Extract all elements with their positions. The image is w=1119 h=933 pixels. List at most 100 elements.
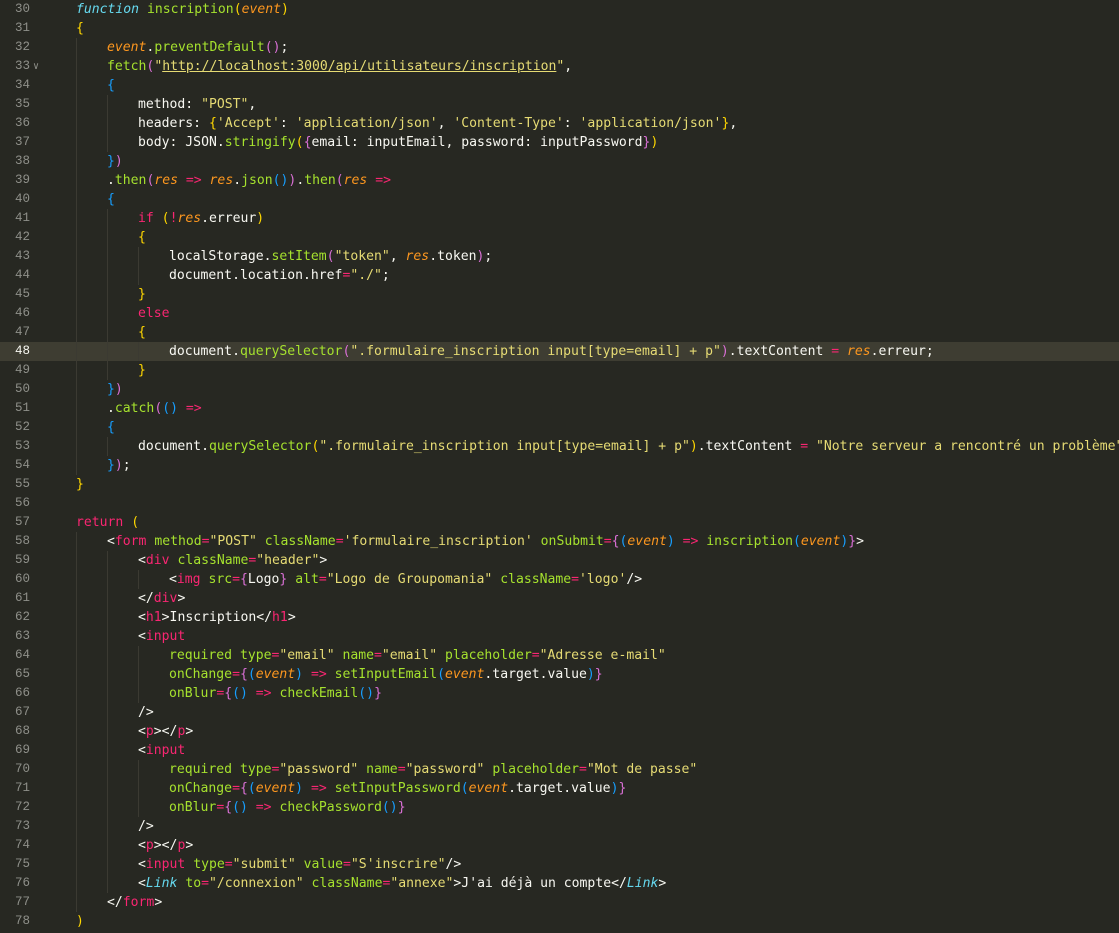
code-line[interactable]: 44 document.location.href="./"; [0, 266, 1119, 285]
code-text: /> [138, 703, 154, 722]
code-token: = [579, 762, 587, 777]
line-number: 66 [14, 686, 30, 700]
code-line[interactable]: 65 onChange={(event) => setInputEmail(eve… [0, 665, 1119, 684]
indent-guide [76, 665, 77, 684]
code-line[interactable]: 61 </div> [0, 589, 1119, 608]
indent-guide [138, 247, 139, 266]
code-line[interactable]: 37 body: JSON.stringify({email: inputEmai… [0, 133, 1119, 152]
code-token: { [107, 192, 115, 207]
code-line[interactable]: 57 return ( [0, 513, 1119, 532]
code-line[interactable]: 55} [0, 475, 1119, 494]
code-line[interactable]: 48 document.querySelector(".formulaire_in… [0, 342, 1119, 361]
code-token: } [107, 382, 115, 397]
code-token: >Inscription</ [161, 610, 273, 625]
code-line[interactable]: 45} [0, 285, 1119, 304]
code-token: > [185, 838, 194, 853]
code-line[interactable]: 41 if (!res.erreur) [0, 209, 1119, 228]
indent-guide [138, 760, 139, 779]
code-line[interactable]: 42 { [0, 228, 1119, 247]
indent-guide [107, 304, 108, 323]
code-line[interactable]: 59 <div className="header"> [0, 551, 1119, 570]
code-line[interactable]: 54}); [0, 456, 1119, 475]
code-token: event [627, 534, 667, 549]
code-line[interactable]: 32 event.preventDefault(); [0, 38, 1119, 57]
code-line[interactable]: 70 required type="password" name="passwor… [0, 760, 1119, 779]
code-line[interactable]: 63 <input [0, 627, 1119, 646]
code-line[interactable]: 78) [0, 912, 1119, 931]
code-token: </ [107, 895, 123, 910]
code-line[interactable]: 35 method: "POST", [0, 95, 1119, 114]
code-editor[interactable]: 30 function inscription(event) 31{32 event.… [0, 0, 1119, 933]
code-line[interactable]: 30 function inscription(event) [0, 0, 1119, 19]
code-token: () [358, 686, 375, 701]
code-token: http://localhost:3000/api/utilisateurs/i… [162, 59, 557, 74]
code-line[interactable]: 67 /> [0, 703, 1119, 722]
code-line[interactable]: 66 onBlur={() => checkEmail()} [0, 684, 1119, 703]
code-line[interactable]: 60 <img src={Logo} alt="Logo de Groupoman… [0, 570, 1119, 589]
line-number: 37 [14, 135, 30, 149]
code-token: className [311, 876, 383, 891]
code-line[interactable]: 36 headers: {'Accept': 'application/json'… [0, 114, 1119, 133]
code-token: .target.value [484, 667, 587, 682]
code-line[interactable]: 71 onChange={(event) => setInputPassword(… [0, 779, 1119, 798]
code-line[interactable]: 64 required type="email" name="email" pla… [0, 646, 1119, 665]
indent-guide [107, 836, 108, 855]
code-line[interactable]: 74 <p></p> [0, 836, 1119, 855]
line-number: 50 [14, 382, 30, 396]
code-line[interactable]: 77 </form> [0, 893, 1119, 912]
code-line[interactable]: 47 { [0, 323, 1119, 342]
code-line[interactable]: 53 document.querySelector(".formulaire_in… [0, 437, 1119, 456]
code-line[interactable]: 43 localStorage.setItem("token", res.toke… [0, 247, 1119, 266]
code-line[interactable]: 49} [0, 361, 1119, 380]
code-line[interactable]: 34 { [0, 76, 1119, 95]
code-line[interactable]: 69 <input [0, 741, 1119, 760]
code-token: div [145, 553, 170, 568]
code-text: onBlur={() => checkEmail()} [169, 684, 382, 703]
code-token: < [138, 724, 146, 739]
code-token: = [232, 781, 240, 796]
code-line[interactable]: 46 else [0, 304, 1119, 323]
code-line[interactable]: 76 <Link to="/connexion" className="annex… [0, 874, 1119, 893]
code-text: body: JSON.stringify({email: inputEmail,… [138, 133, 658, 152]
code-token: onBlur [169, 686, 217, 701]
code-text: <input [138, 741, 185, 760]
code-token: "submit" [232, 857, 296, 872]
code-token: > [185, 724, 194, 739]
indent-guide [76, 380, 77, 399]
code-line[interactable]: 39 .then(res => res.json()).then(res => [0, 171, 1119, 190]
code-line[interactable]: 73 /> [0, 817, 1119, 836]
code-line[interactable]: 56 [0, 494, 1119, 513]
code-line[interactable]: 31 { [0, 19, 1119, 38]
indent-guide [76, 304, 77, 323]
code-text: }) [107, 152, 123, 171]
fold-chevron-icon[interactable]: ∨ [33, 57, 43, 76]
line-number: 39 [14, 173, 30, 187]
code-token: { [224, 800, 233, 815]
code-line[interactable]: 75 <input type="submit" value="S'inscrire… [0, 855, 1119, 874]
indent-guide [107, 608, 108, 627]
code-token: { [239, 572, 248, 587]
indent-guide [76, 741, 77, 760]
code-text: { [107, 190, 115, 209]
code-line[interactable]: 72 onBlur={() => checkPassword()} [0, 798, 1119, 817]
code-line[interactable]: 51 .catch(() => [0, 399, 1119, 418]
code-line[interactable]: 33 ∨ fetch("http://localhost:3000/api/util… [0, 57, 1119, 76]
code-line[interactable]: 68 <p></p> [0, 722, 1119, 741]
code-line[interactable]: 40 { [0, 190, 1119, 209]
code-line[interactable]: 58 <form method="POST" className='formula… [0, 532, 1119, 551]
code-line[interactable]: 50}) [0, 380, 1119, 399]
code-token: input [145, 629, 186, 644]
code-line[interactable]: 38}) [0, 152, 1119, 171]
code-text: .then(res => res.json()).then(res => [107, 171, 391, 190]
code-line[interactable]: 62 <h1>Inscription</h1> [0, 608, 1119, 627]
code-line[interactable]: 52 { [0, 418, 1119, 437]
code-token: < [138, 610, 146, 625]
indent-guide [76, 152, 77, 171]
code-text: required type="email" name="email" place… [169, 646, 666, 665]
code-token: } [374, 686, 382, 701]
indent-guide [107, 285, 108, 304]
